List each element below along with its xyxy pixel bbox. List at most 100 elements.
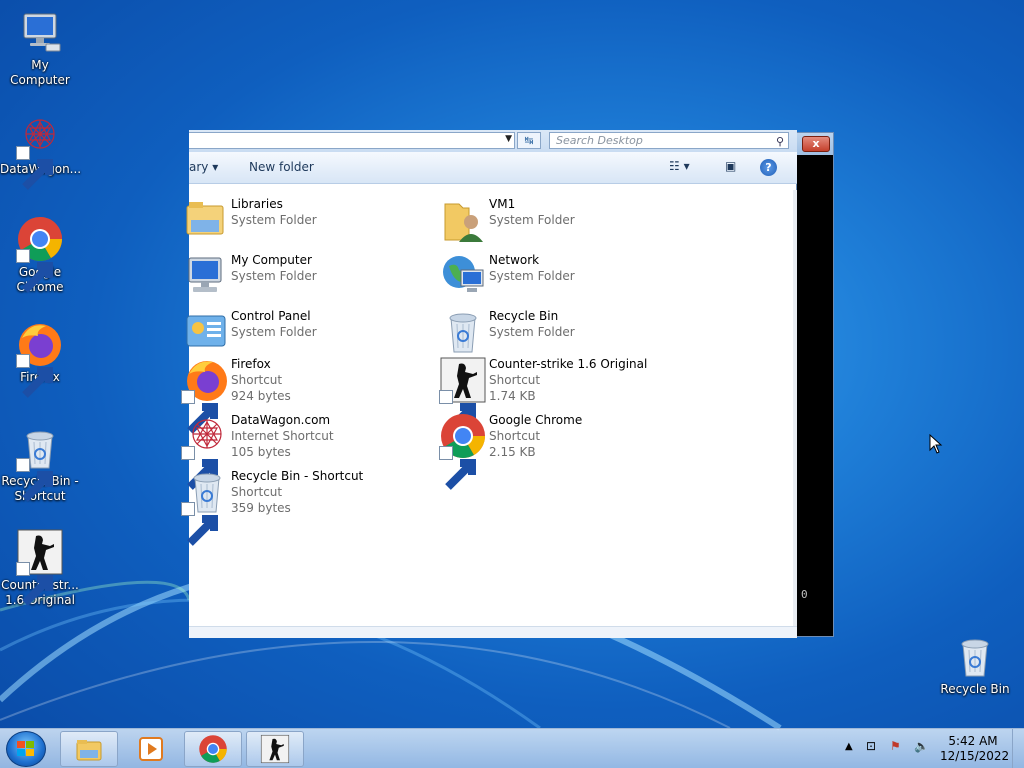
volume-icon[interactable]: 🔈 [914, 739, 929, 768]
desktop-icon-label: My Computer [10, 58, 70, 87]
control-panel-icon [181, 308, 229, 356]
shortcut-arrow-icon [439, 390, 476, 434]
media-player-icon [139, 737, 163, 761]
item-name: Counter-strike 1.6 Original [489, 357, 648, 371]
item-name: Network [489, 253, 540, 267]
item-size: 1.74 KB [489, 389, 536, 403]
shortcut-arrow-icon [181, 502, 218, 546]
datawagon-icon [16, 112, 64, 190]
search-placeholder: Search Desktop [556, 134, 643, 147]
desktop-icon-recycle-bin[interactable]: Recycle Bin [935, 632, 1015, 697]
preview-pane-icon[interactable]: ▣ [725, 159, 736, 173]
taskbar-media-player-button[interactable] [122, 731, 180, 767]
clock-date: 12/15/2022 [940, 749, 1010, 763]
file-item-network[interactable]: Network System Folder [439, 248, 689, 300]
console-titlebar[interactable]: x [791, 133, 833, 155]
taskbar-counter-strike-button[interactable] [246, 731, 304, 767]
refresh-button[interactable]: ↹ [517, 132, 541, 149]
file-item-recycle-bin[interactable]: Recycle Bin System Folder [439, 304, 689, 356]
new-folder-button[interactable]: New folder [249, 160, 314, 174]
item-name: Control Panel [231, 309, 311, 323]
file-item-my-computer[interactable]: My Computer System Folder [181, 248, 431, 300]
desktop-icon-counter-strike[interactable]: Counter-str... 1.6 Original [0, 528, 80, 608]
desktop-icon-google-chrome[interactable]: Google Chrome [0, 215, 80, 295]
address-input[interactable]: ▼ [189, 132, 515, 149]
clock[interactable]: 5:42 AM 12/15/2022 [940, 734, 1010, 764]
file-item-firefox[interactable]: Firefox Shortcut 924 bytes [181, 352, 431, 434]
item-size: 2.15 KB [489, 445, 536, 459]
item-name: DataWagon.com [231, 413, 331, 427]
scrollbar[interactable] [793, 190, 797, 630]
item-name: Firefox [231, 357, 271, 371]
item-type: System Folder [489, 325, 575, 339]
counter-strike-icon [439, 356, 487, 434]
file-item-counter-strike[interactable]: Counter-strike 1.6 Original Shortcut 1.74 … [439, 352, 689, 434]
item-name: Google Chrome [489, 413, 583, 427]
search-input[interactable]: Search Desktop ⚲ [549, 132, 789, 149]
recycle-bin-icon [181, 468, 229, 546]
chrome-icon [16, 215, 64, 293]
file-item-datawagon[interactable]: DataWagon.com Internet Shortcut 105 bytes [181, 408, 431, 490]
item-type: System Folder [489, 213, 575, 227]
help-icon[interactable]: ? [760, 159, 777, 176]
item-name: VM1 [489, 197, 516, 211]
action-center-icon[interactable]: ⚑ [890, 739, 901, 768]
network-icon [439, 252, 487, 300]
command-bar: ary ▾ New folder ☷ ▾ ▣ ? [189, 152, 797, 184]
desktop-icon-recycle-bin-shortcut[interactable]: Recycle Bin - Shortcut [0, 424, 80, 504]
item-name: Libraries [231, 197, 283, 211]
file-item-libraries[interactable]: Libraries System Folder [181, 192, 431, 244]
close-button[interactable]: x [802, 136, 830, 152]
item-type: Shortcut [489, 373, 541, 387]
file-item-vm1[interactable]: VM1 System Folder [439, 192, 689, 244]
show-hidden-icons-button[interactable]: ▲ [845, 741, 853, 768]
chevron-down-icon[interactable]: ▼ [505, 134, 512, 144]
shortcut-arrow-icon [181, 446, 218, 490]
file-item-google-chrome[interactable]: Google Chrome Shortcut 2.15 KB [439, 408, 689, 490]
mouse-cursor-icon [929, 434, 943, 454]
start-button[interactable] [6, 731, 46, 767]
computer-icon [16, 8, 64, 56]
search-icon[interactable]: ⚲ [776, 134, 784, 149]
desktop-icon-my-computer[interactable]: My Computer [0, 8, 80, 88]
folder-icon [76, 740, 102, 761]
shortcut-arrow-icon [181, 390, 218, 434]
view-options-icon[interactable]: ☷ ▾ [669, 159, 690, 173]
address-bar: ▼ ↹ Search Desktop ⚲ [189, 130, 797, 152]
item-type: System Folder [231, 213, 317, 227]
taskbar: ▲ ⊡ ⚑ 🔈 5:42 AM 12/15/2022 [0, 728, 1024, 768]
item-type: Shortcut [231, 373, 283, 387]
libraries-icon [181, 196, 229, 244]
shortcut-arrow-icon [16, 146, 53, 190]
counter-strike-icon [260, 734, 290, 764]
item-type: System Folder [489, 269, 575, 283]
recycle-bin-icon [951, 632, 999, 680]
shortcut-arrow-icon [16, 562, 53, 606]
taskbar-explorer-button[interactable] [60, 731, 118, 767]
network-status-icon[interactable]: ⊡ [866, 739, 876, 768]
item-type: Shortcut [489, 429, 541, 443]
clock-time: 5:42 AM [948, 734, 998, 748]
refresh-icon: ↹ [524, 134, 534, 147]
shortcut-arrow-icon [16, 354, 53, 398]
item-name: Recycle Bin [489, 309, 559, 323]
desktop-icon-datawagon[interactable]: DataWagon... [0, 112, 81, 190]
item-type: Internet Shortcut [231, 429, 334, 443]
datawagon-icon [181, 412, 229, 490]
item-size: 924 bytes [231, 389, 291, 403]
user-folder-icon [439, 196, 487, 244]
file-item-recycle-bin-shortcut[interactable]: Recycle Bin - Shortcut Shortcut 359 bytes [181, 464, 431, 546]
show-desktop-button[interactable] [1012, 729, 1024, 768]
item-type: System Folder [231, 325, 317, 339]
item-name: Recycle Bin - Shortcut [231, 469, 364, 483]
taskbar-chrome-button[interactable] [184, 731, 242, 767]
file-item-control-panel[interactable]: Control Panel System Folder [181, 304, 431, 356]
shortcut-arrow-icon [16, 249, 53, 293]
file-list: Libraries System Folder VM1 System Folder … [181, 184, 797, 624]
recycle-bin-icon [439, 308, 487, 356]
include-in-library-button[interactable]: ary ▾ [189, 160, 218, 174]
desktop-icon-firefox[interactable]: Firefox [0, 320, 80, 398]
firefox-icon [16, 320, 64, 398]
windows-logo-icon [17, 741, 34, 756]
explorer-window[interactable]: ▼ ↹ Search Desktop ⚲ ary ▾ New folder ☷ … [181, 130, 797, 638]
